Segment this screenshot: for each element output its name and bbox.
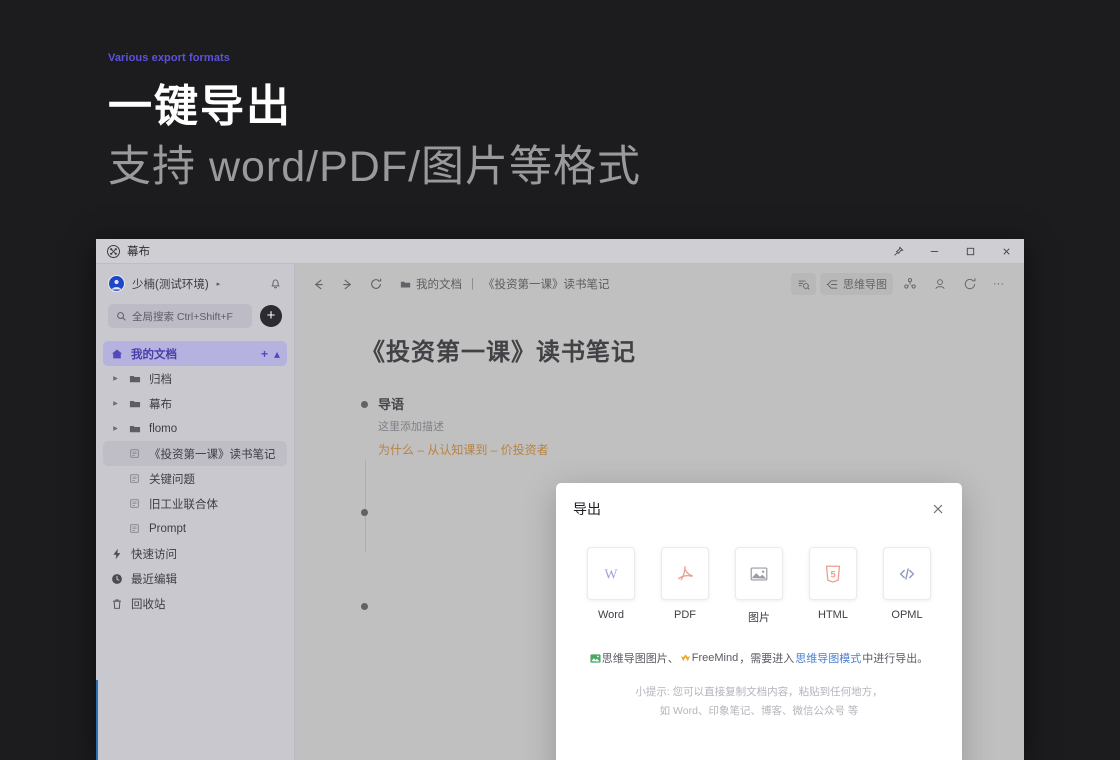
sidebar-item-old-industrial[interactable]: ▶ 旧工业联合体 — [103, 491, 287, 516]
folder-icon — [128, 373, 141, 385]
sidebar-nav: 我的文档 + ▴ ▶ 归档 ▶ 幕布 ▶ flomo 《投资第一课》读书笔记 关… — [96, 341, 294, 616]
copy-tip: 小提示: 您可以直接复制文档内容，粘贴到任何地方， 如 Word、印象笔记、博客… — [556, 683, 962, 722]
export-option-image[interactable]: 图片 — [735, 547, 783, 625]
mindmap-image-icon — [590, 653, 601, 664]
window-titlebar: 幕布 — [96, 239, 1024, 264]
mindmap-mode-link[interactable]: 思维导图模式 — [795, 650, 861, 666]
search-placeholder: 全局搜索 Ctrl+Shift+F — [132, 310, 233, 323]
chevron-right-icon[interactable]: ▶ — [111, 375, 120, 382]
sidebar: 少楠(测试环境) ▸ 全局搜索 Ctrl+Shift+F + 我的文档 + ▴ … — [96, 264, 295, 760]
html5-icon: 5 — [809, 547, 857, 600]
chevron-right-icon: ▸ — [216, 280, 221, 288]
bolt-icon — [110, 548, 123, 560]
sidebar-item-label: 关键问题 — [149, 473, 195, 486]
collapse-icon[interactable]: ▴ — [274, 348, 280, 360]
sidebar-item-label: 旧工业联合体 — [149, 498, 218, 511]
export-option-word[interactable]: W Word — [587, 547, 635, 625]
hint-suffix: 中进行导出。 — [862, 653, 929, 665]
home-icon — [110, 348, 123, 360]
sidebar-item-label: 回收站 — [131, 598, 166, 611]
user-row[interactable]: 少楠(测试环境) ▸ — [96, 264, 294, 292]
image-icon — [735, 547, 783, 600]
sidebar-item-label: 我的文档 — [131, 348, 177, 361]
export-format-list: W Word PDF 图片 5 HTML OPML — [556, 535, 962, 625]
sidebar-item-recent[interactable]: 最近编辑 — [103, 566, 287, 591]
hero-banner: Various export formats 一键导出 支持 word/PDF/… — [108, 52, 641, 191]
app-title: 幕布 — [127, 246, 150, 258]
pdf-icon — [661, 547, 709, 600]
sidebar-item-label: 归档 — [149, 373, 172, 386]
sidebar-item-label: Prompt — [149, 522, 187, 535]
close-icon[interactable] — [931, 502, 945, 516]
dialog-title: 导出 — [573, 501, 601, 517]
dialog-header: 导出 — [556, 483, 962, 535]
export-option-label: PDF — [674, 609, 696, 621]
hero-subtitle: 支持 word/PDF/图片等格式 — [108, 143, 642, 191]
sidebar-item-quick-access[interactable]: 快速访问 — [103, 541, 287, 566]
export-option-label: HTML — [818, 609, 848, 621]
hint-prefix: 思维导图图片、 — [601, 653, 679, 665]
sidebar-item-trash[interactable]: 回收站 — [103, 591, 287, 616]
export-option-opml[interactable]: OPML — [883, 547, 931, 625]
chevron-right-icon[interactable]: ▶ — [111, 425, 120, 432]
svg-text:5: 5 — [830, 569, 835, 579]
sidebar-home-actions: + ▴ — [261, 348, 280, 360]
close-icon[interactable] — [988, 239, 1024, 264]
app-window: 幕布 少楠(测试环境) ▸ 全局搜索 Ctrl+Shift+F + 我的文档 +… — [96, 239, 1024, 760]
pin-icon[interactable] — [880, 239, 916, 264]
folder-icon — [128, 398, 141, 410]
user-name: 少楠(测试环境) — [132, 278, 209, 291]
doc-icon — [128, 448, 141, 459]
clock-icon — [110, 573, 123, 585]
avatar — [108, 275, 125, 292]
sidebar-item-label: 幕布 — [149, 398, 172, 411]
code-icon — [883, 547, 931, 600]
sidebar-item-label: 最近编辑 — [131, 573, 177, 586]
doc-icon — [128, 498, 141, 509]
maximize-icon[interactable] — [952, 239, 988, 264]
hero-title: 一键导出 — [108, 82, 292, 131]
sidebar-item-flomo[interactable]: ▶ flomo — [103, 416, 287, 441]
word-icon: W — [587, 547, 635, 600]
svg-text:W: W — [605, 566, 618, 581]
bell-icon[interactable] — [269, 277, 282, 290]
freemind-icon — [680, 653, 691, 664]
add-document-button[interactable]: + — [260, 305, 282, 327]
doc-icon — [128, 473, 141, 484]
export-option-label: 图片 — [748, 612, 770, 624]
export-option-label: Word — [597, 609, 625, 621]
mindmap-hint: 思维导图图片、 FreeMind ，需要进入 思维导图模式 中进行导出。 — [556, 650, 962, 666]
search-input[interactable]: 全局搜索 Ctrl+Shift+F — [108, 304, 252, 328]
sidebar-item-key-questions[interactable]: ▶ 关键问题 — [103, 466, 287, 491]
doc-icon — [128, 523, 141, 534]
copy-tip-line2: 如 Word、印象笔记、博客、微信公众号 等 — [659, 705, 859, 718]
content-area: 我的文档 | 《投资第一课》读书笔记 思维导图 ··· 《投资第一课》读书笔记 … — [295, 264, 1024, 760]
sidebar-item-mubu[interactable]: ▶ 幕布 — [103, 391, 287, 416]
sidebar-item-my-documents[interactable]: 我的文档 + ▴ — [103, 341, 287, 366]
trash-icon — [110, 598, 123, 610]
sidebar-item-label: 快速访问 — [131, 548, 177, 561]
sidebar-item-prompt[interactable]: ▶ Prompt — [103, 516, 287, 541]
hint-middle: ，需要进入 — [739, 653, 795, 665]
app-logo-icon — [107, 244, 120, 258]
folder-icon — [128, 423, 141, 435]
sidebar-item-archive[interactable]: ▶ 归档 — [103, 366, 287, 391]
sidebar-item-investment-notes[interactable]: ▶ 《投资第一课》读书笔记 — [103, 441, 287, 466]
hero-eyebrow: Various export formats — [108, 52, 231, 64]
hint-freemind-label: FreeMind — [691, 652, 739, 664]
export-dialog: 导出 W Word PDF 图片 5 HTML OPML 思维导图图片、 Fre… — [556, 483, 962, 760]
copy-tip-line1: 小提示: 您可以直接复制文档内容，粘贴到任何地方， — [635, 686, 883, 698]
chevron-right-icon[interactable]: ▶ — [111, 400, 120, 407]
sidebar-item-label: 《投资第一课》读书笔记 — [149, 448, 276, 461]
export-option-html[interactable]: 5 HTML — [809, 547, 857, 625]
sidebar-item-label: flomo — [149, 422, 178, 435]
minimize-icon[interactable] — [916, 239, 952, 264]
sidebar-accent-strip — [96, 680, 98, 760]
export-option-pdf[interactable]: PDF — [661, 547, 709, 625]
add-icon[interactable]: + — [261, 348, 268, 360]
export-option-label: OPML — [891, 609, 923, 621]
search-row: 全局搜索 Ctrl+Shift+F + — [96, 292, 294, 341]
window-controls — [880, 239, 1024, 264]
